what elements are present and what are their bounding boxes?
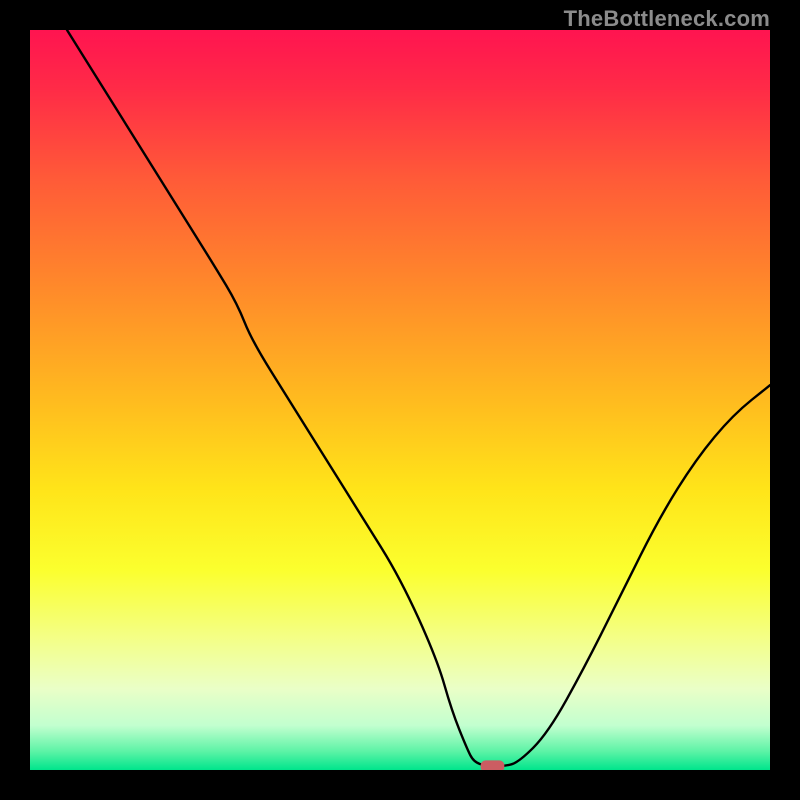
chart-container: TheBottleneck.com <box>0 0 800 800</box>
watermark-label: TheBottleneck.com <box>564 6 770 32</box>
plot-area <box>30 30 770 770</box>
gradient-background <box>30 30 770 770</box>
optimal-marker <box>481 760 505 770</box>
bottleneck-chart <box>30 30 770 770</box>
